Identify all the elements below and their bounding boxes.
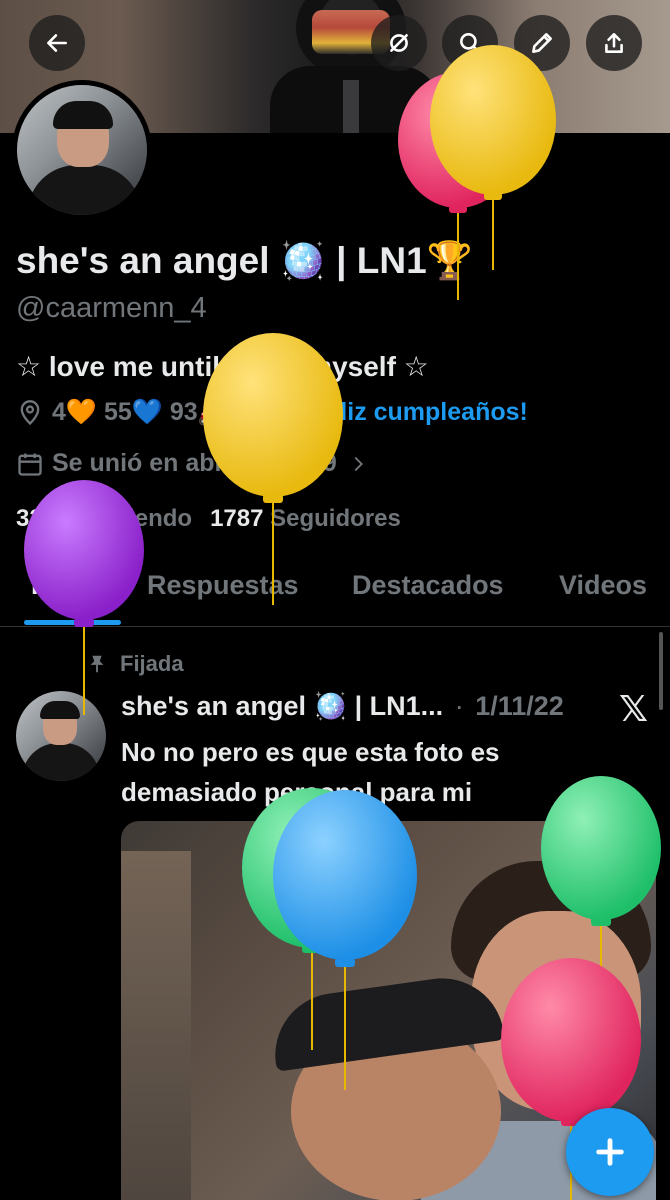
profile-handle: @caarmenn_4 [16, 292, 207, 324]
plus-icon [596, 1138, 624, 1166]
birthday-link[interactable]: ¡Feliz cumpleaños! [303, 398, 528, 427]
profile-tabs: Posts Respuestas Destacados Videos [0, 550, 670, 627]
search-icon [460, 33, 482, 55]
no-grok-icon [390, 34, 408, 52]
followers-link[interactable]: 1787 Seguidores [210, 505, 401, 533]
edit-icon [532, 33, 552, 53]
scrollbar[interactable] [659, 632, 663, 710]
share-icon [605, 33, 623, 53]
location-text: 4🧡 55💙 93🏍️ [52, 398, 229, 426]
pinned-label: Fijada [86, 651, 184, 677]
pinned-text: Fijada [120, 651, 184, 676]
x-logo-icon: 𝕏 [619, 688, 649, 729]
followers-label: Seguidores [270, 505, 401, 532]
post-header: she's an angel 🪩 | LN1... · 1/11/22 [121, 690, 564, 722]
share-button[interactable] [586, 15, 642, 71]
banner-tie [343, 80, 359, 133]
joined-text: Se unió en abril de 2019 [52, 449, 337, 477]
chevron-right-icon [354, 456, 363, 471]
edit-button[interactable] [514, 15, 570, 71]
arrow-left-icon [47, 34, 67, 52]
compose-post-button[interactable] [566, 1108, 654, 1196]
calendar-icon [18, 453, 42, 476]
following-count: 3235 [16, 505, 70, 532]
following-label: Siguiendo [76, 505, 193, 532]
balloon-icon [272, 399, 289, 423]
no-grok-button[interactable] [371, 15, 427, 71]
following-link[interactable]: 3235 Siguiendo [16, 505, 192, 533]
post-separator: · [454, 691, 464, 721]
profile-avatar[interactable] [12, 80, 152, 220]
post-date[interactable]: 1/11/22 [475, 691, 564, 721]
tab-replies[interactable]: Respuestas [147, 570, 299, 601]
profile-name: she's an angel 🪩 | LN1🏆 [16, 240, 473, 281]
tab-videos[interactable]: Videos [559, 570, 647, 601]
pin-icon [90, 655, 104, 673]
followers-count: 1787 [210, 505, 264, 532]
tab-highlights[interactable]: Destacados [352, 570, 504, 601]
location-pin-icon [20, 399, 40, 425]
follow-stats: 3235 Siguiendo 1787 Seguidores [16, 505, 401, 533]
profile-bio: ☆ love me until I love myself ☆ [16, 351, 429, 382]
profile-meta-joined[interactable]: Se unió en abril de 2019 [16, 449, 377, 478]
profile-meta-location: 4🧡 55💙 93🏍️ ¡Feliz cumpleaños! [16, 398, 528, 427]
search-button[interactable] [442, 15, 498, 71]
active-tab-indicator [24, 620, 121, 625]
post-author-name[interactable]: she's an angel 🪩 | LN1... [121, 691, 443, 721]
post-author-avatar[interactable] [16, 691, 106, 781]
tab-posts[interactable]: Posts [31, 570, 105, 601]
post-text: No no pero es que esta foto es demasiado… [121, 737, 500, 807]
back-button[interactable] [29, 15, 85, 71]
